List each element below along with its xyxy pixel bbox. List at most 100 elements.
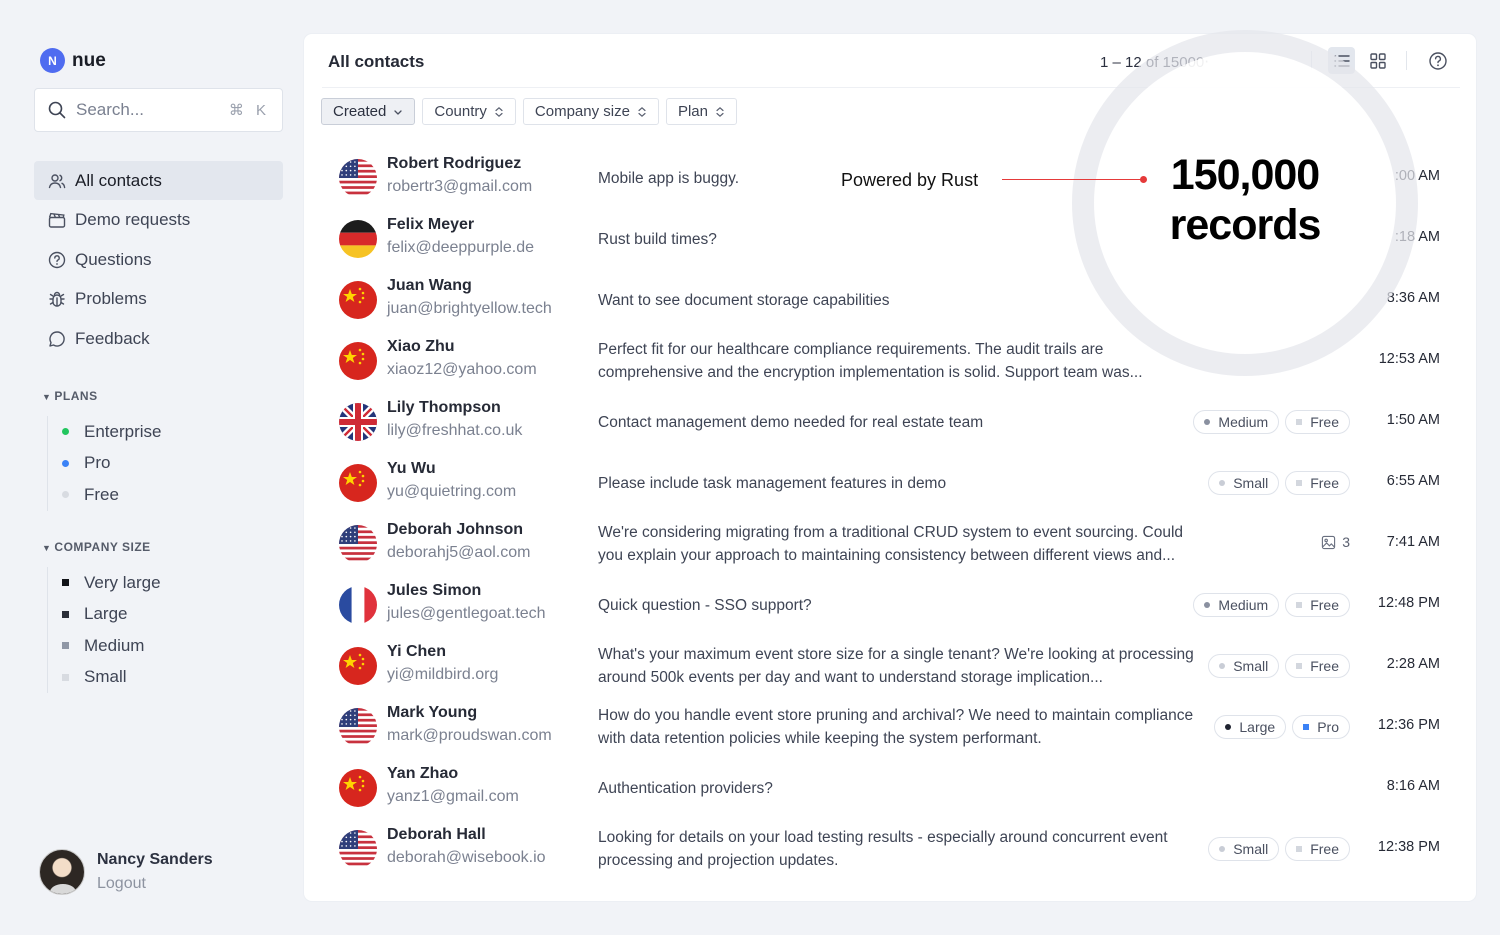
badge-label: Medium bbox=[1218, 597, 1269, 613]
plans-filter-enterprise[interactable]: Enterprise bbox=[48, 416, 277, 448]
table-row[interactable]: Deborah Johnson deborahj5@aol.com We're co… bbox=[304, 514, 1476, 575]
contact-message: We're considering migrating from a tradi… bbox=[598, 524, 1184, 564]
us-flag-icon bbox=[339, 830, 377, 868]
badge-label: Free bbox=[1310, 597, 1339, 613]
timestamp: 12:53 AM bbox=[1378, 351, 1440, 367]
table-row[interactable]: Lily Thompson lily@freshhat.co.uk Contact … bbox=[304, 392, 1476, 453]
contact-name: Jules Simon bbox=[387, 582, 482, 599]
contact-message: How do you handle event store pruning an… bbox=[598, 707, 1194, 747]
search-icon bbox=[47, 100, 67, 120]
contact-email: jules@gentlegoat.tech bbox=[387, 605, 546, 622]
plan-badge: Free bbox=[1285, 410, 1350, 434]
brand[interactable]: N nue bbox=[40, 48, 106, 73]
company-size-filter-medium[interactable]: Medium bbox=[48, 630, 277, 662]
plans-filter-pro[interactable]: Pro bbox=[48, 448, 277, 480]
sidebar-item-feedback[interactable]: Feedback bbox=[34, 319, 283, 358]
avatar[interactable] bbox=[39, 849, 85, 895]
filter-label: Large bbox=[84, 604, 128, 624]
sidebar-item-label: Questions bbox=[75, 249, 152, 269]
brand-logo: N bbox=[40, 48, 65, 73]
color-dot-icon bbox=[62, 428, 69, 436]
timestamp: :18 AM bbox=[1394, 229, 1440, 245]
grid-view-button[interactable] bbox=[1364, 47, 1391, 74]
cn-flag-icon bbox=[339, 464, 377, 502]
company-size-heading[interactable]: ▼ COMPANY SIZE bbox=[42, 540, 151, 554]
users-icon bbox=[47, 171, 67, 191]
sidebar-item-demo-requests[interactable]: Demo requests bbox=[34, 201, 283, 240]
filter-label: Small bbox=[84, 667, 127, 687]
contact-email: xiaoz12@yahoo.com bbox=[387, 361, 537, 378]
sidebar-item-label: All contacts bbox=[75, 170, 162, 190]
chat-bubble-icon bbox=[47, 329, 67, 349]
company-size-filter-large[interactable]: Large bbox=[48, 599, 277, 631]
filter-plan[interactable]: Plan bbox=[665, 98, 737, 125]
list-view-button[interactable] bbox=[1328, 47, 1355, 74]
attachment-count: 3 bbox=[1321, 534, 1350, 550]
grid-icon bbox=[1369, 52, 1386, 69]
plans-filter-free[interactable]: Free bbox=[48, 479, 277, 511]
row-tags: Medium Free bbox=[1193, 410, 1350, 434]
company-size-filter-small[interactable]: Small bbox=[48, 662, 277, 694]
sidebar-item-all-contacts[interactable]: All contacts bbox=[34, 161, 283, 200]
contact-name: Felix Meyer bbox=[387, 216, 475, 233]
contact-name: Mark Young bbox=[387, 704, 478, 721]
table-row[interactable]: Deborah Hall deborah@wisebook.io Looking f… bbox=[304, 819, 1476, 880]
plan-square-icon bbox=[1296, 419, 1303, 425]
timestamp: 1:50 AM bbox=[1386, 412, 1440, 428]
contact-email: juan@brightyellow.tech bbox=[387, 300, 552, 317]
cn-flag-icon bbox=[339, 342, 377, 380]
page-title: All contacts bbox=[328, 52, 425, 71]
help-button[interactable] bbox=[1424, 47, 1451, 74]
contact-email: yanz1@gmail.com bbox=[387, 788, 519, 805]
main-nav: All contacts Demo requests Questions Proble… bbox=[34, 161, 283, 359]
chevron-down-icon bbox=[393, 106, 403, 118]
sort-chevrons-icon bbox=[715, 106, 725, 118]
sidebar: N nue ⌘ K All contacts Demo requests Quest… bbox=[0, 0, 300, 935]
company-size-badge: Small bbox=[1208, 654, 1280, 678]
contact-name: Yu Wu bbox=[387, 460, 436, 477]
table-row[interactable]: Yu Wu yu@quietring.com Please include task… bbox=[304, 453, 1476, 514]
us-flag-icon bbox=[339, 708, 377, 746]
plan-square-icon bbox=[1303, 724, 1310, 730]
badge-label: Free bbox=[1310, 658, 1339, 674]
plans-list: Enterprise Pro Free bbox=[47, 416, 277, 511]
contact-name: Deborah Hall bbox=[387, 826, 486, 843]
plans-heading[interactable]: ▼ PLANS bbox=[42, 389, 98, 403]
company-size-filter-very-large[interactable]: Very large bbox=[48, 567, 277, 599]
sidebar-item-problems[interactable]: Problems bbox=[34, 280, 283, 319]
row-tags: Small Free bbox=[1208, 837, 1350, 861]
table-row[interactable]: Yi Chen yi@mildbird.org What's your maximu… bbox=[304, 636, 1476, 697]
contact-name: Yan Zhao bbox=[387, 765, 459, 782]
badge-label: Small bbox=[1233, 658, 1269, 674]
filter-company-size[interactable]: Company size bbox=[522, 98, 659, 125]
row-tags: Medium Free bbox=[1193, 593, 1350, 617]
contact-message: Authentication providers? bbox=[598, 780, 773, 797]
table-row[interactable]: Yan Zhao yanz1@gmail.com Authentication pr… bbox=[304, 758, 1476, 819]
badge-label: Large bbox=[1239, 719, 1276, 735]
table-row[interactable]: Mark Young mark@proudswan.com How do you h… bbox=[304, 697, 1476, 758]
badge-label: Free bbox=[1310, 475, 1339, 491]
color-square-icon bbox=[62, 673, 69, 681]
attachment-number: 3 bbox=[1342, 534, 1350, 550]
bug-icon bbox=[47, 289, 67, 309]
row-tags: Large Pro bbox=[1214, 715, 1350, 739]
table-row[interactable]: Jules Simon jules@gentlegoat.tech Quick qu… bbox=[304, 575, 1476, 636]
contact-email: yu@quietring.com bbox=[387, 483, 517, 500]
contact-message: Want to see document storage capabilitie… bbox=[598, 292, 890, 309]
color-square-icon bbox=[62, 610, 69, 618]
company-size-list: Very large Large Medium Small bbox=[47, 567, 277, 693]
timestamp: 2:28 AM bbox=[1386, 656, 1440, 672]
filter-created[interactable]: Created bbox=[321, 98, 416, 125]
contact-email: lily@freshhat.co.uk bbox=[387, 422, 523, 439]
badge-label: Free bbox=[1310, 841, 1339, 857]
search-input[interactable] bbox=[76, 100, 229, 120]
plan-badge: Free bbox=[1285, 593, 1350, 617]
plan-badge: Free bbox=[1285, 654, 1350, 678]
logout-link[interactable]: Logout bbox=[97, 875, 213, 893]
search-box[interactable]: ⌘ K bbox=[34, 88, 283, 132]
filter-country[interactable]: Country bbox=[422, 98, 516, 125]
contact-message: Quick question - SSO support? bbox=[598, 597, 812, 614]
badge-label: Small bbox=[1233, 475, 1269, 491]
sidebar-item-questions[interactable]: Questions bbox=[34, 240, 283, 279]
contact-name: Juan Wang bbox=[387, 277, 472, 294]
